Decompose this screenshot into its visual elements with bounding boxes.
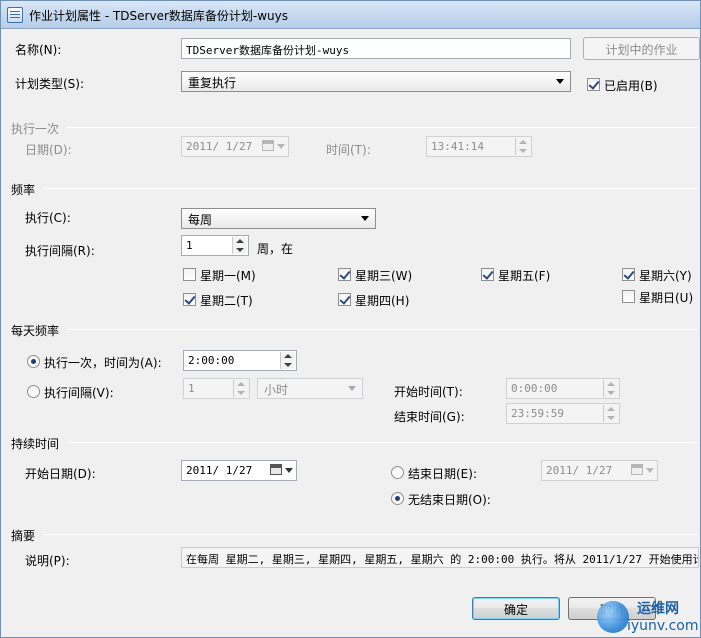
globe-icon bbox=[597, 601, 629, 633]
run-every-input[interactable]: 1 bbox=[183, 378, 250, 399]
chevron-down-icon bbox=[348, 386, 356, 391]
run-every-unit-select[interactable]: 小时 bbox=[257, 378, 363, 399]
chevron-down-icon bbox=[556, 79, 564, 84]
duration-section-divider bbox=[67, 442, 697, 443]
spinner-icon bbox=[232, 237, 247, 254]
spinner-icon bbox=[233, 380, 248, 397]
chevron-down-icon bbox=[361, 216, 369, 221]
sunday-checkbox[interactable] bbox=[622, 290, 635, 303]
run-once-label: 执行一次，时间为(A): bbox=[44, 356, 162, 370]
duration-section-title: 持续时间 bbox=[11, 437, 60, 451]
run-frequency-select[interactable]: 每周 bbox=[181, 208, 376, 229]
run-every-unit-value: 小时 bbox=[264, 383, 289, 397]
once-date-picker[interactable]: 2011/ 1/27 bbox=[181, 136, 289, 157]
watermark-url: iyunv.com bbox=[627, 618, 699, 634]
interval-value: 1 bbox=[186, 239, 193, 252]
saturday-checkbox[interactable] bbox=[622, 268, 635, 281]
monday-label: 星期一(M) bbox=[200, 269, 256, 283]
interval-label: 执行间隔(R): bbox=[25, 244, 95, 258]
thursday-label: 星期四(H) bbox=[355, 294, 410, 308]
schedule-properties-dialog: 作业计划属性 - TDServer数据库备份计划-wuys 名称(N): TDS… bbox=[0, 0, 701, 638]
summary-section-title: 摘要 bbox=[11, 529, 36, 543]
start-date-picker[interactable]: 2011/ 1/27 bbox=[181, 460, 297, 481]
window-title: 作业计划属性 - TDServer数据库备份计划-wuys bbox=[29, 9, 288, 23]
description-label: 说明(P): bbox=[25, 554, 70, 568]
enabled-checkbox[interactable] bbox=[587, 78, 600, 91]
run-every-value: 1 bbox=[188, 382, 195, 395]
no-end-date-label: 无结束日期(O): bbox=[408, 493, 491, 507]
once-section-title: 执行一次 bbox=[11, 122, 60, 136]
start-time-input[interactable]: 0:00:00 bbox=[506, 378, 620, 399]
dialog-icon bbox=[7, 7, 23, 23]
wednesday-checkbox[interactable] bbox=[338, 268, 351, 281]
run-once-time-input[interactable]: 2:00:00 bbox=[183, 350, 297, 371]
run-frequency-value: 每周 bbox=[188, 213, 213, 227]
schedule-type-label: 计划类型(S): bbox=[15, 77, 85, 91]
start-date-value: 2011/ 1/27 bbox=[186, 464, 253, 477]
run-every-label: 执行间隔(V): bbox=[44, 386, 114, 400]
monday-checkbox[interactable] bbox=[183, 268, 196, 281]
interval-suffix: 周，在 bbox=[257, 242, 294, 256]
tuesday-checkbox[interactable] bbox=[183, 293, 196, 306]
schedule-type-select[interactable]: 重复执行 bbox=[181, 71, 571, 92]
once-time-label: 时间(T): bbox=[326, 143, 371, 157]
end-date-value: 2011/ 1/27 bbox=[546, 464, 613, 477]
interval-input[interactable]: 1 bbox=[181, 235, 249, 256]
saturday-label: 星期六(Y) bbox=[639, 269, 692, 283]
name-input[interactable]: TDServer数据库备份计划-wuys bbox=[181, 38, 571, 59]
wednesday-label: 星期三(W) bbox=[355, 269, 413, 283]
once-time-value: 13:41:14 bbox=[431, 140, 484, 153]
enabled-label: 已启用(B) bbox=[604, 79, 658, 93]
calendar-icon bbox=[270, 463, 294, 478]
end-date-label: 结束日期(E): bbox=[408, 467, 477, 481]
name-label: 名称(N): bbox=[15, 43, 62, 57]
start-date-label: 开始日期(D): bbox=[25, 467, 96, 481]
summary-section-divider bbox=[43, 534, 697, 535]
run-label: 执行(C): bbox=[25, 211, 71, 225]
end-time-input[interactable]: 23:59:59 bbox=[506, 403, 620, 424]
daily-section-title: 每天频率 bbox=[11, 324, 60, 338]
ok-button[interactable]: 确定 bbox=[472, 597, 560, 620]
sunday-label: 星期日(U) bbox=[639, 291, 694, 305]
daily-section-divider bbox=[67, 329, 697, 330]
friday-label: 星期五(F) bbox=[498, 269, 551, 283]
watermark-title: 运维网 bbox=[637, 601, 679, 617]
calendar-icon bbox=[631, 463, 655, 478]
jobs-in-schedule-button[interactable]: 计划中的作业 bbox=[583, 37, 700, 60]
site-watermark-logo: 运维网 iyunv.com bbox=[597, 597, 701, 638]
run-once-radio[interactable] bbox=[27, 355, 40, 368]
description-text: 在每周 星期二, 星期三, 星期四, 星期五, 星期六 的 2:00:00 执行… bbox=[181, 547, 699, 568]
spinner-icon bbox=[280, 352, 295, 369]
friday-checkbox[interactable] bbox=[481, 268, 494, 281]
thursday-checkbox[interactable] bbox=[338, 293, 351, 306]
frequency-section-divider bbox=[43, 188, 697, 189]
end-time-value: 23:59:59 bbox=[511, 407, 564, 420]
end-time-label: 结束时间(G): bbox=[394, 410, 465, 424]
start-time-label: 开始时间(T): bbox=[394, 385, 463, 399]
once-date-value: 2011/ 1/27 bbox=[186, 140, 253, 153]
spinner-icon bbox=[603, 405, 618, 422]
run-every-radio[interactable] bbox=[27, 385, 40, 398]
once-date-label: 日期(D): bbox=[25, 143, 72, 157]
start-time-value: 0:00:00 bbox=[511, 382, 558, 395]
end-date-picker[interactable]: 2011/ 1/27 bbox=[541, 460, 658, 481]
calendar-icon bbox=[262, 139, 286, 154]
no-end-date-radio[interactable] bbox=[391, 492, 404, 505]
once-section-divider bbox=[67, 127, 697, 128]
end-date-radio[interactable] bbox=[391, 466, 404, 479]
spinner-icon bbox=[515, 138, 530, 155]
title-bar[interactable]: 作业计划属性 - TDServer数据库备份计划-wuys bbox=[1, 1, 700, 29]
spinner-icon bbox=[603, 380, 618, 397]
run-once-time-value: 2:00:00 bbox=[188, 354, 235, 367]
frequency-section-title: 频率 bbox=[11, 183, 36, 197]
tuesday-label: 星期二(T) bbox=[200, 294, 253, 308]
once-time-input[interactable]: 13:41:14 bbox=[426, 136, 532, 157]
schedule-type-value: 重复执行 bbox=[188, 76, 237, 90]
